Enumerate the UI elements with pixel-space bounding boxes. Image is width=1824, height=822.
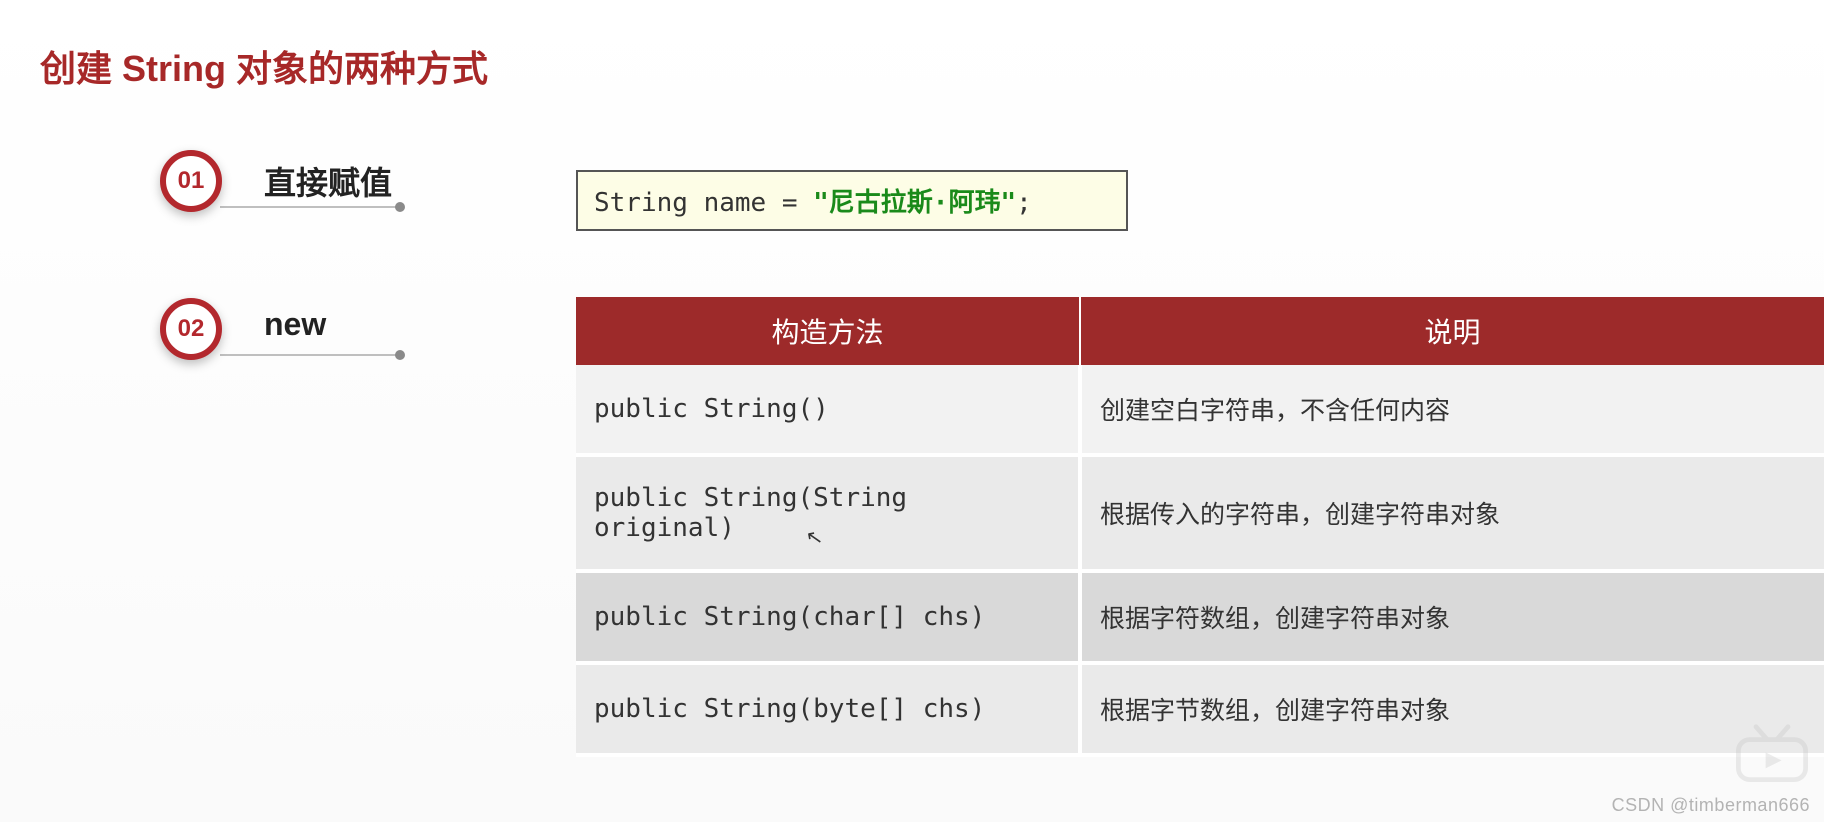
cell-constructor: public String() <box>576 365 1080 455</box>
code-prefix: String name = <box>594 188 813 218</box>
cell-constructor: public String(char[] chs) <box>576 571 1080 663</box>
th-constructor: 构造方法 <box>576 297 1080 365</box>
table-row: public String(char[] chs) 根据字符数组，创建字符串对象 <box>576 571 1824 663</box>
section-badge-02: 02 new <box>160 298 326 360</box>
cell-constructor: public String(String original) <box>576 455 1080 571</box>
cell-description: 根据字符数组，创建字符串对象 <box>1080 571 1824 663</box>
badge-line <box>220 354 400 356</box>
watermark-text: CSDN @timberman666 <box>1612 795 1810 816</box>
badge-line <box>220 206 400 208</box>
table-header-row: 构造方法 说明 <box>576 297 1824 365</box>
section-badge-01: 01 直接赋值 <box>160 150 392 212</box>
cell-description: 创建空白字符串，不含任何内容 <box>1080 365 1824 455</box>
cell-description: 根据传入的字符串，创建字符串对象 <box>1080 455 1824 571</box>
code-example-box: String name = "尼古拉斯·阿玮"; <box>576 170 1128 231</box>
table-row: public String(String original) 根据传入的字符串，… <box>576 455 1824 571</box>
code-suffix: ; <box>1016 188 1032 218</box>
th-description: 说明 <box>1080 297 1824 365</box>
cell-description: 根据字节数组，创建字符串对象 <box>1080 663 1824 755</box>
badge-label-02: new <box>264 306 326 343</box>
code-string-literal: "尼古拉斯·阿玮" <box>813 188 1016 218</box>
constructor-table: 构造方法 说明 public String() 创建空白字符串，不含任何内容 p… <box>576 297 1824 757</box>
page-title: 创建 String 对象的两种方式 <box>40 40 488 92</box>
badge-number-01: 01 <box>160 150 222 212</box>
table-row: public String(byte[] chs) 根据字节数组，创建字符串对象 <box>576 663 1824 755</box>
badge-number-02: 02 <box>160 298 222 360</box>
bilibili-tv-icon <box>1732 722 1812 786</box>
badge-label-01: 直接赋值 <box>264 158 392 204</box>
cell-constructor: public String(byte[] chs) <box>576 663 1080 755</box>
table-row: public String() 创建空白字符串，不含任何内容 <box>576 365 1824 455</box>
